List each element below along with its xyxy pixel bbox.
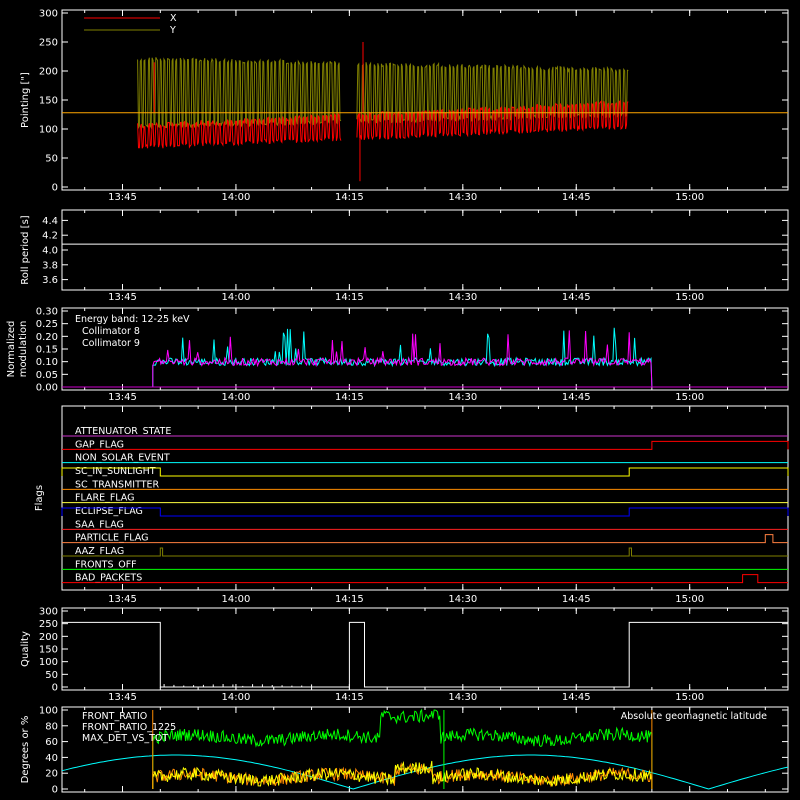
x-tick-label: 15:00 [675,594,704,605]
y-tick-label: 0.30 [36,307,58,318]
y-tick-label: 100 [39,706,58,717]
legend-label: FRONT_RATIO_1225 [82,722,176,733]
y-tick-label: 50 [45,670,58,681]
y-axis-title: Quality [20,631,31,667]
x-tick-label: 14:30 [448,392,477,403]
y-axis-title: Flags [34,485,45,511]
flag-label: BAD_PACKETS [75,573,142,584]
flag-label: PARTICLE_FLAG [75,533,148,544]
y-tick-label: 20 [45,769,58,780]
y-tick-label: 200 [39,67,58,78]
qlook-figure: 13:45 14:00 14:15 14:30 14:45 15:000501001502… [0,0,800,800]
legend-label: MAX_DET_VS_TOT [82,733,168,744]
x-tick-label: 14:45 [562,292,591,303]
legend-label: Collimator 9 [82,338,140,349]
flag-label: SC_TRANSMITTER [75,479,160,490]
y-tick-label: 0 [52,785,58,796]
y-tick-label: 250 [39,38,58,49]
y-tick-label: 100 [39,657,58,668]
y-tick-label: 50 [45,154,58,165]
x-tick-label: 14:45 [562,692,591,703]
y-tick-label: 150 [39,645,58,656]
y-tick-label: 0.15 [36,345,58,356]
y-tick-label: 0.20 [36,332,58,343]
x-tick-label: 14:15 [335,594,364,605]
y-tick-label: 4.0 [42,246,58,257]
x-tick-label: 14:30 [448,292,477,303]
flag-label: AAZ_FLAG [75,546,124,557]
legend-label: X [170,13,177,24]
y-tick-label: 300 [39,607,58,618]
y-tick-label: 3.6 [42,275,58,286]
x-tick-label: 14:45 [562,392,591,403]
x-tick-label: 13:45 [108,392,137,403]
x-tick-label: 14:45 [562,594,591,605]
x-tick-label: 14:00 [222,192,251,203]
y-tick-label: 40 [45,753,58,764]
y-tick-label: 3.8 [42,260,58,271]
x-tick-label: 14:45 [562,192,591,203]
x-tick-label: 15:00 [675,292,704,303]
flag-label: GAP_FLAG [75,439,124,450]
x-tick-label: 13:45 [108,692,137,703]
x-tick-label: 14:15 [335,392,364,403]
y-tick-label: 4.4 [42,216,58,227]
y-tick-label: 0 [52,683,58,694]
y-axis-title: Normalized [6,321,17,378]
y-tick-label: 200 [39,632,58,643]
y-axis-title: Pointing ["] [20,72,31,128]
x-tick-label: 14:00 [222,392,251,403]
x-tick-label: 14:15 [335,292,364,303]
x-tick-label: 14:30 [448,594,477,605]
flag-label: FRONTS_OFF [75,559,137,570]
x-tick-label: 14:30 [448,192,477,203]
y-tick-label: 0 [52,183,58,194]
flag-label: FLARE_FLAG [75,493,135,504]
x-tick-label: 14:15 [335,692,364,703]
x-tick-label: 14:15 [335,192,364,203]
x-tick-label: 14:00 [222,692,251,703]
y-axis-title: Degrees or % [20,716,31,784]
flag-label: SAA_FLAG [75,519,124,530]
y-tick-label: 300 [39,9,58,20]
y-tick-label: 4.2 [42,231,58,242]
y-axis-title: modulation [18,321,29,378]
flag-label: NON_SOLAR_EVENT [75,453,170,464]
x-tick-label: 14:00 [222,292,251,303]
x-tick-label: 15:00 [675,192,704,203]
legend-header: Energy band: 12-25 keV [75,314,190,325]
y-tick-label: 0.10 [36,357,58,368]
y-tick-label: 100 [39,125,58,136]
x-tick-label: 14:30 [448,692,477,703]
x-tick-label: 13:45 [108,192,137,203]
legend-label: Collimator 8 [82,326,140,337]
x-tick-label: 13:45 [108,594,137,605]
x-tick-label: 15:00 [675,392,704,403]
y-tick-label: 250 [39,619,58,630]
x-tick-label: 15:00 [675,692,704,703]
y-tick-label: 80 [45,721,58,732]
y-tick-label: 150 [39,96,58,107]
y-axis-title: Roll period [s] [20,215,31,284]
legend-label: Y [169,25,176,36]
x-tick-label: 13:45 [108,292,137,303]
y-tick-label: 0.00 [36,383,58,394]
x-tick-label: 14:00 [222,594,251,605]
y-tick-label: 60 [45,737,58,748]
y-tick-label: 0.25 [36,319,58,330]
legend-label: FRONT_RATIO [82,711,147,722]
annotation-label: Absolute geomagnetic latitude [621,711,767,722]
flag-label: ATTENUATOR_STATE [75,426,171,437]
y-tick-label: 0.05 [36,370,58,381]
